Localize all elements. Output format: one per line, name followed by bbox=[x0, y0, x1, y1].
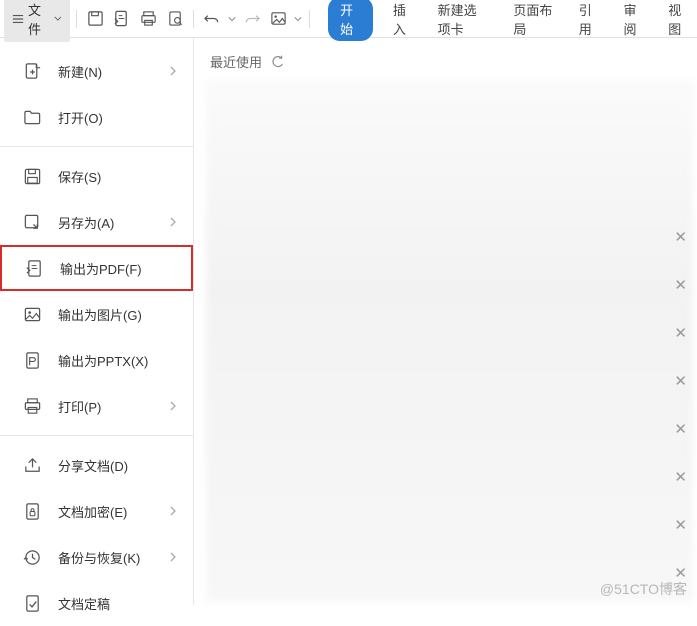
menu-label: 输出为PDF(F) bbox=[60, 259, 142, 278]
watermark: @51CTO博客 bbox=[600, 579, 687, 599]
main-toolbar: 文件 开始 插入 新建选项卡 页面布局 引用 审阅 视图 bbox=[0, 0, 697, 38]
undo-dropdown-icon[interactable] bbox=[227, 5, 238, 33]
menu-save[interactable]: 保存(S) bbox=[0, 153, 193, 199]
menu-saveas[interactable]: 另存为(A) bbox=[0, 199, 193, 245]
menu-label: 新建(N) bbox=[58, 62, 102, 81]
toolbar-separator bbox=[309, 10, 310, 28]
menu-encrypt[interactable]: 文档加密(E) bbox=[0, 488, 193, 534]
toolbar-separator bbox=[193, 10, 194, 28]
menu-export-pptx[interactable]: 输出为PPTX(X) bbox=[0, 337, 193, 383]
tab-reference[interactable]: 引用 bbox=[575, 0, 604, 40]
export-pptx-icon bbox=[22, 350, 42, 370]
recent-header: 最近使用 bbox=[210, 52, 681, 71]
tab-pagelayout[interactable]: 页面布局 bbox=[509, 0, 558, 40]
share-icon bbox=[22, 455, 42, 475]
chevron-right-icon bbox=[169, 506, 177, 516]
recent-label: 最近使用 bbox=[210, 52, 262, 71]
toolbar-separator bbox=[76, 10, 77, 28]
recent-files-panel: 最近使用 ✕ ✕ ✕ ✕ ✕ ✕ ✕ ✕ bbox=[194, 38, 697, 605]
check-document-icon bbox=[22, 593, 42, 613]
file-menu-label: 文件 bbox=[28, 0, 50, 38]
menu-label: 输出为PPTX(X) bbox=[58, 351, 148, 370]
redo-icon[interactable] bbox=[239, 5, 264, 33]
save-icon[interactable] bbox=[83, 5, 108, 33]
image-icon[interactable] bbox=[266, 5, 291, 33]
chevron-right-icon bbox=[169, 217, 177, 227]
close-icon[interactable]: ✕ bbox=[674, 420, 687, 438]
tab-newtab[interactable]: 新建选项卡 bbox=[434, 0, 494, 40]
menu-divider bbox=[0, 435, 193, 436]
menu-label: 文档定稿 bbox=[58, 594, 110, 613]
close-icon[interactable]: ✕ bbox=[674, 516, 687, 534]
image-dropdown-icon[interactable] bbox=[293, 5, 304, 33]
chevron-down-icon bbox=[54, 14, 62, 23]
close-icon[interactable]: ✕ bbox=[674, 324, 687, 342]
close-icon[interactable]: ✕ bbox=[674, 276, 687, 294]
menu-backup[interactable]: 备份与恢复(K) bbox=[0, 534, 193, 580]
chevron-right-icon bbox=[169, 401, 177, 411]
lock-icon bbox=[22, 501, 42, 521]
menu-new[interactable]: 新建(N) bbox=[0, 48, 193, 94]
menu-label: 另存为(A) bbox=[58, 213, 114, 232]
menu-export-pdf[interactable]: 输出为PDF(F) bbox=[0, 245, 193, 291]
ribbon-tabs: 开始 插入 新建选项卡 页面布局 引用 审阅 视图 bbox=[328, 0, 693, 41]
menu-open[interactable]: 打开(O) bbox=[0, 94, 193, 140]
saveas-icon bbox=[22, 212, 42, 232]
print-preview-icon[interactable] bbox=[163, 5, 188, 33]
tab-start[interactable]: 开始 bbox=[328, 0, 373, 41]
menu-label: 文档加密(E) bbox=[58, 502, 127, 521]
close-column: ✕ ✕ ✕ ✕ ✕ ✕ ✕ ✕ bbox=[674, 228, 687, 582]
close-icon[interactable]: ✕ bbox=[674, 228, 687, 246]
menu-share[interactable]: 分享文档(D) bbox=[0, 442, 193, 488]
print-icon[interactable] bbox=[136, 5, 161, 33]
hamburger-icon bbox=[12, 12, 24, 26]
chevron-right-icon bbox=[169, 66, 177, 76]
chevron-right-icon bbox=[169, 552, 177, 562]
undo-icon[interactable] bbox=[200, 5, 225, 33]
backup-restore-icon bbox=[22, 547, 42, 567]
menu-label: 保存(S) bbox=[58, 167, 101, 186]
tab-review[interactable]: 审阅 bbox=[620, 0, 649, 40]
new-file-icon bbox=[22, 61, 42, 81]
folder-open-icon bbox=[22, 107, 42, 127]
tab-insert[interactable]: 插入 bbox=[389, 0, 418, 40]
print-icon bbox=[22, 396, 42, 416]
menu-label: 打印(P) bbox=[58, 397, 101, 416]
tab-view[interactable]: 视图 bbox=[664, 0, 693, 40]
close-icon[interactable]: ✕ bbox=[674, 372, 687, 390]
refresh-icon[interactable] bbox=[270, 54, 285, 69]
file-menu-panel: 新建(N) 打开(O) 保存(S) 另存为(A) bbox=[0, 38, 194, 605]
export-pdf-icon[interactable] bbox=[110, 5, 135, 33]
save-icon bbox=[22, 166, 42, 186]
recent-list-blurred bbox=[206, 80, 693, 601]
file-menu-button[interactable]: 文件 bbox=[4, 0, 70, 42]
close-icon[interactable]: ✕ bbox=[674, 468, 687, 486]
menu-label: 备份与恢复(K) bbox=[58, 548, 140, 567]
menu-finalize[interactable]: 文档定稿 bbox=[0, 580, 193, 626]
export-image-icon bbox=[22, 304, 42, 324]
menu-label: 分享文档(D) bbox=[58, 456, 128, 475]
menu-label: 输出为图片(G) bbox=[58, 305, 142, 324]
menu-print[interactable]: 打印(P) bbox=[0, 383, 193, 429]
body-area: 新建(N) 打开(O) 保存(S) 另存为(A) bbox=[0, 38, 697, 605]
menu-label: 打开(O) bbox=[58, 108, 103, 127]
export-pdf-icon bbox=[24, 258, 44, 278]
menu-divider bbox=[0, 146, 193, 147]
menu-export-image[interactable]: 输出为图片(G) bbox=[0, 291, 193, 337]
